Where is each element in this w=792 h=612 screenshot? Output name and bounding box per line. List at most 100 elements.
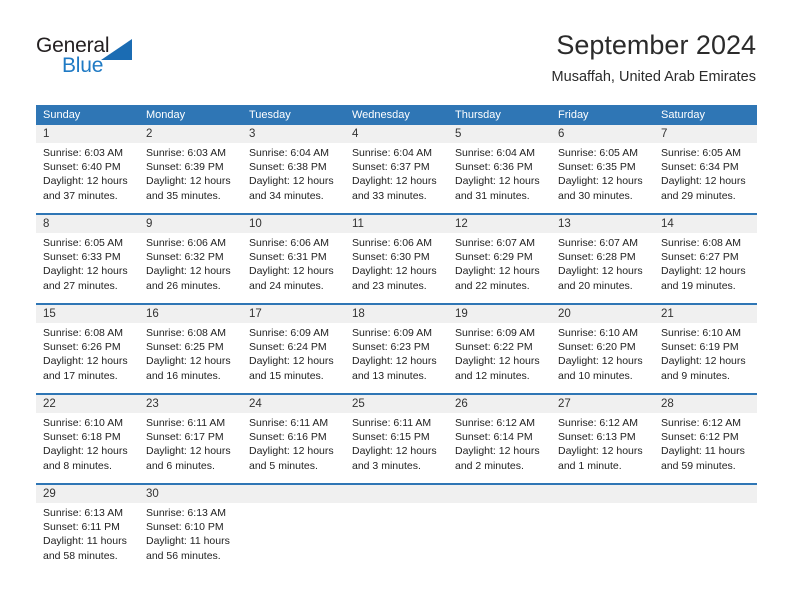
calendar-week-row: 15 Sunrise: 6:08 AM Sunset: 6:26 PM Dayligh… (36, 303, 757, 393)
day-number-band: 22 (36, 395, 139, 413)
day-details: Sunrise: 6:06 AM Sunset: 6:32 PM Daylight:… (139, 233, 242, 301)
day-cell-6[interactable]: 6 Sunrise: 6:05 AM Sunset: 6:35 PM Daylight… (551, 125, 654, 213)
day-cell-5[interactable]: 5 Sunrise: 6:04 AM Sunset: 6:36 PM Daylight… (448, 125, 551, 213)
day-details (448, 503, 551, 571)
day-cell-9[interactable]: 9 Sunrise: 6:06 AM Sunset: 6:32 PM Daylight… (139, 215, 242, 303)
brand-name-bottom: Blue (62, 54, 104, 77)
day-number: 6 (558, 128, 565, 140)
day-cell-7[interactable]: 7 Sunrise: 6:05 AM Sunset: 6:34 PM Daylight… (654, 125, 757, 213)
calendar-table: Sunday Monday Tuesday Wednesday Thursday Frid… (36, 105, 757, 573)
weekday-header-wednesday: Wednesday (352, 109, 410, 121)
day-cell-27[interactable]: 27 Sunrise: 6:12 AM Sunset: 6:13 PM Dayligh… (551, 395, 654, 483)
day-detail-line: and 6 minutes. (146, 459, 215, 472)
day-detail-line: and 19 minutes. (661, 279, 736, 292)
day-number-band: 24 (242, 395, 345, 413)
day-cell-11[interactable]: 11 Sunrise: 6:06 AM Sunset: 6:30 PM Dayligh… (345, 215, 448, 303)
day-cell-18[interactable]: 18 Sunrise: 6:09 AM Sunset: 6:23 PM Dayligh… (345, 305, 448, 393)
day-details: Sunrise: 6:11 AM Sunset: 6:16 PM Daylight:… (242, 413, 345, 481)
day-cell-10[interactable]: 10 Sunrise: 6:06 AM Sunset: 6:31 PM Dayligh… (242, 215, 345, 303)
day-number-band: 29 (36, 485, 139, 503)
day-number: 20 (558, 308, 571, 320)
day-detail-line: and 16 minutes. (146, 369, 221, 382)
day-cell-25[interactable]: 25 Sunrise: 6:11 AM Sunset: 6:15 PM Dayligh… (345, 395, 448, 483)
day-cell-12[interactable]: 12 Sunrise: 6:07 AM Sunset: 6:29 PM Dayligh… (448, 215, 551, 303)
day-number: 7 (661, 128, 668, 140)
day-number-band: 9 (139, 215, 242, 233)
day-number: 24 (249, 398, 262, 410)
day-detail-line: Sunset: 6:31 PM (249, 251, 327, 264)
day-cell-17[interactable]: 17 Sunrise: 6:09 AM Sunset: 6:24 PM Dayligh… (242, 305, 345, 393)
day-number: 4 (352, 128, 359, 140)
day-detail-line: Sunrise: 6:04 AM (249, 147, 329, 159)
day-detail-line: Daylight: 12 hours (661, 175, 746, 188)
day-cell-23[interactable]: 23 Sunrise: 6:11 AM Sunset: 6:17 PM Dayligh… (139, 395, 242, 483)
day-detail-line: Sunset: 6:10 PM (146, 521, 224, 534)
day-detail-line: and 1 minute. (558, 459, 622, 472)
day-detail-line: Daylight: 11 hours (661, 445, 745, 458)
day-cell-3[interactable]: 3 Sunrise: 6:04 AM Sunset: 6:38 PM Daylight… (242, 125, 345, 213)
day-detail-line: Sunset: 6:18 PM (43, 431, 121, 444)
day-detail-line: Sunset: 6:36 PM (455, 161, 533, 174)
day-cell-empty (654, 485, 757, 573)
day-detail-line: and 10 minutes. (558, 369, 633, 382)
day-details: Sunrise: 6:04 AM Sunset: 6:38 PM Daylight:… (242, 143, 345, 211)
day-cell-28[interactable]: 28 Sunrise: 6:12 AM Sunset: 6:12 PM Dayligh… (654, 395, 757, 483)
day-cell-22[interactable]: 22 Sunrise: 6:10 AM Sunset: 6:18 PM Dayligh… (36, 395, 139, 483)
day-detail-line: and 29 minutes. (661, 189, 736, 202)
day-detail-line: Daylight: 12 hours (455, 445, 540, 458)
calendar-week-row: 29 Sunrise: 6:13 AM Sunset: 6:11 PM Dayligh… (36, 483, 757, 573)
day-detail-line: Daylight: 12 hours (455, 175, 540, 188)
day-number-band (551, 485, 654, 503)
day-cell-2[interactable]: 2 Sunrise: 6:03 AM Sunset: 6:39 PM Daylight… (139, 125, 242, 213)
day-detail-line: Sunset: 6:29 PM (455, 251, 533, 264)
day-detail-line: Sunset: 6:35 PM (558, 161, 636, 174)
day-number: 22 (43, 398, 56, 410)
day-cell-14[interactable]: 14 Sunrise: 6:08 AM Sunset: 6:27 PM Dayligh… (654, 215, 757, 303)
day-detail-line: Daylight: 12 hours (558, 445, 643, 458)
day-detail-line: and 24 minutes. (249, 279, 324, 292)
day-number: 19 (455, 308, 468, 320)
day-number: 27 (558, 398, 571, 410)
day-cell-24[interactable]: 24 Sunrise: 6:11 AM Sunset: 6:16 PM Dayligh… (242, 395, 345, 483)
day-number: 1 (43, 128, 50, 140)
day-cell-19[interactable]: 19 Sunrise: 6:09 AM Sunset: 6:22 PM Dayligh… (448, 305, 551, 393)
day-cell-1[interactable]: 1 Sunrise: 6:03 AM Sunset: 6:40 PM Daylight… (36, 125, 139, 213)
day-cell-4[interactable]: 4 Sunrise: 6:04 AM Sunset: 6:37 PM Daylight… (345, 125, 448, 213)
day-detail-line: Daylight: 11 hours (43, 535, 127, 548)
day-details: Sunrise: 6:05 AM Sunset: 6:34 PM Daylight:… (654, 143, 757, 211)
day-detail-line: Daylight: 12 hours (249, 265, 334, 278)
day-detail-line: Sunset: 6:26 PM (43, 341, 121, 354)
day-detail-line: and 5 minutes. (249, 459, 318, 472)
day-cell-29[interactable]: 29 Sunrise: 6:13 AM Sunset: 6:11 PM Dayligh… (36, 485, 139, 573)
day-detail-line: Sunset: 6:12 PM (661, 431, 739, 444)
day-number: 15 (43, 308, 56, 320)
day-number-band: 8 (36, 215, 139, 233)
day-cell-15[interactable]: 15 Sunrise: 6:08 AM Sunset: 6:26 PM Dayligh… (36, 305, 139, 393)
day-detail-line: and 35 minutes. (146, 189, 221, 202)
weekday-header-friday: Friday (558, 109, 589, 121)
day-detail-line: Sunrise: 6:10 AM (43, 417, 123, 429)
day-detail-line: and 22 minutes. (455, 279, 530, 292)
day-detail-line: and 59 minutes. (661, 459, 736, 472)
day-number: 23 (146, 398, 159, 410)
weekday-header-sunday: Sunday (43, 109, 81, 121)
day-detail-line: and 34 minutes. (249, 189, 324, 202)
day-detail-line: Sunrise: 6:07 AM (558, 237, 638, 249)
day-detail-line: Sunset: 6:14 PM (455, 431, 533, 444)
day-cell-30[interactable]: 30 Sunrise: 6:13 AM Sunset: 6:10 PM Dayligh… (139, 485, 242, 573)
day-cell-20[interactable]: 20 Sunrise: 6:10 AM Sunset: 6:20 PM Dayligh… (551, 305, 654, 393)
day-details: Sunrise: 6:03 AM Sunset: 6:39 PM Daylight:… (139, 143, 242, 211)
day-number: 3 (249, 128, 256, 140)
day-cell-16[interactable]: 16 Sunrise: 6:08 AM Sunset: 6:25 PM Dayligh… (139, 305, 242, 393)
day-detail-line: Sunset: 6:23 PM (352, 341, 430, 354)
day-detail-line: Sunrise: 6:04 AM (352, 147, 432, 159)
brand-logo[interactable]: General Blue (36, 34, 186, 82)
day-cell-13[interactable]: 13 Sunrise: 6:07 AM Sunset: 6:28 PM Dayligh… (551, 215, 654, 303)
day-cell-21[interactable]: 21 Sunrise: 6:10 AM Sunset: 6:19 PM Dayligh… (654, 305, 757, 393)
day-cell-26[interactable]: 26 Sunrise: 6:12 AM Sunset: 6:14 PM Dayligh… (448, 395, 551, 483)
day-cell-8[interactable]: 8 Sunrise: 6:05 AM Sunset: 6:33 PM Daylight… (36, 215, 139, 303)
weekday-header-row: Sunday Monday Tuesday Wednesday Thursday Frid… (36, 105, 757, 125)
day-detail-line: Sunrise: 6:09 AM (352, 327, 432, 339)
day-number-band: 3 (242, 125, 345, 143)
day-detail-line: Sunrise: 6:03 AM (43, 147, 123, 159)
